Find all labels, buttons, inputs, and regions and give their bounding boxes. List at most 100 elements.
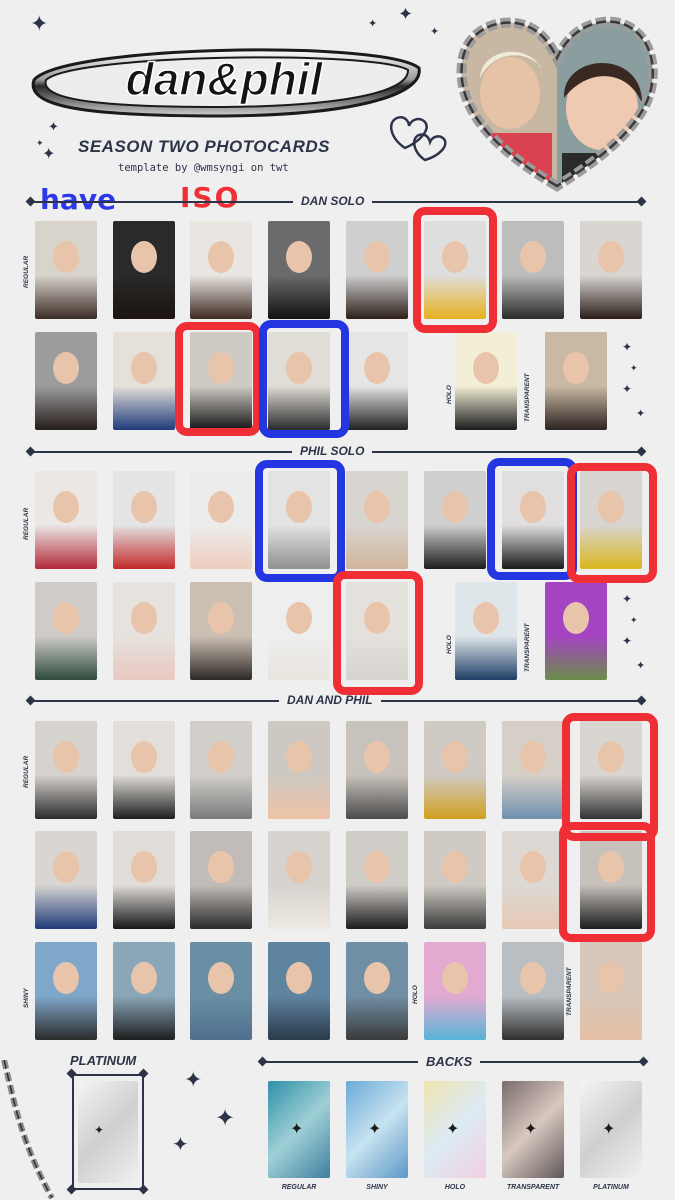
photocard-portrait [53, 602, 79, 634]
photocard[interactable] [190, 471, 252, 569]
photocard[interactable] [545, 582, 607, 680]
photocard[interactable] [502, 221, 564, 319]
photocard[interactable] [113, 332, 175, 430]
photocard[interactable] [268, 942, 330, 1040]
photocard[interactable] [113, 721, 175, 819]
sparkle-icon: ✦ [622, 340, 633, 354]
photocard[interactable] [190, 721, 252, 819]
logo-text: dan&phil [126, 53, 324, 105]
card-logo-icon: ✦ [290, 1119, 304, 1138]
divider-end [25, 446, 36, 457]
photocard-portrait [473, 602, 499, 634]
divider-end [636, 446, 647, 457]
photocard[interactable] [424, 831, 486, 929]
photocard[interactable] [346, 332, 408, 430]
photocard[interactable] [346, 831, 408, 929]
label-shiny: SHINY [23, 988, 30, 1008]
photocard-portrait [286, 241, 312, 273]
card-back-holo[interactable]: ✦ [424, 1081, 486, 1178]
card-back-shiny[interactable]: ✦ [346, 1081, 408, 1178]
iso-annotation: ISO [180, 181, 241, 214]
sparkle-icon: ✦ [42, 144, 56, 163]
photocard[interactable] [113, 582, 175, 680]
photocard[interactable] [35, 471, 97, 569]
photocard[interactable] [113, 221, 175, 319]
photocard-portrait [364, 241, 390, 273]
photocard[interactable] [346, 471, 408, 569]
photocard-portrait [53, 241, 79, 273]
photocard-portrait [208, 851, 234, 883]
photocard[interactable] [113, 942, 175, 1040]
photocard-portrait [53, 962, 79, 994]
photocard[interactable] [455, 332, 517, 430]
sparkle-icon: ✦ [184, 1068, 203, 1093]
label-transparent: TRANSPARENT [566, 967, 573, 1016]
photocard-portrait [286, 602, 312, 634]
section-title-platinum: PLATINUM [62, 1053, 145, 1068]
photocard[interactable] [113, 471, 175, 569]
hearts-icon [389, 116, 447, 162]
photocard-portrait [473, 352, 499, 384]
divider-end [638, 1056, 649, 1067]
photocard[interactable] [502, 942, 564, 1040]
photocard[interactable] [455, 582, 517, 680]
photocard[interactable] [424, 471, 486, 569]
photocard-portrait [131, 602, 157, 634]
section-title-dan-solo: DAN SOLO [293, 194, 373, 208]
photocard-portrait [442, 491, 468, 523]
photocard[interactable] [502, 721, 564, 819]
frame-corner [138, 1184, 149, 1195]
sparkle-icon: ✦ [622, 592, 633, 606]
card-logo-icon: ✦ [446, 1119, 460, 1138]
iso-marker-outline [175, 322, 261, 436]
photocard[interactable] [35, 221, 97, 319]
photocard[interactable] [268, 831, 330, 929]
photocard[interactable] [35, 582, 97, 680]
sparkle-icon: ✦ [430, 25, 440, 38]
label-transparent: TRANSPARENT [524, 623, 531, 672]
sparkle-icon: ✦ [30, 12, 49, 37]
photocard[interactable] [268, 582, 330, 680]
photocard[interactable] [190, 831, 252, 929]
photocard[interactable] [190, 221, 252, 319]
photocard[interactable] [424, 942, 486, 1040]
photocard[interactable] [35, 831, 97, 929]
dan-phil-logo: dan&phil [31, 48, 421, 118]
photocard-portrait [208, 241, 234, 273]
divider-end [636, 196, 647, 207]
photocard[interactable] [346, 942, 408, 1040]
photocard[interactable] [424, 721, 486, 819]
photocard[interactable] [502, 831, 564, 929]
card-back-transparent[interactable]: ✦ [502, 1081, 564, 1178]
photocard-portrait [520, 741, 546, 773]
photocard[interactable] [113, 831, 175, 929]
photocard[interactable] [35, 942, 97, 1040]
photocard[interactable] [346, 721, 408, 819]
photocard[interactable] [268, 721, 330, 819]
sparkle-icon: ✦ [636, 659, 646, 672]
sparkle-icon: ✦ [622, 382, 633, 396]
section-title-phil-solo: PHIL SOLO [292, 444, 373, 458]
photocard[interactable] [580, 942, 642, 1040]
iso-marker-outline [559, 822, 655, 942]
photocard-portrait [208, 602, 234, 634]
platinum-card[interactable]: ✦ [78, 1081, 138, 1183]
photocard-portrait [364, 741, 390, 773]
photocard[interactable] [268, 221, 330, 319]
photocard-portrait [442, 962, 468, 994]
photocard-portrait [131, 352, 157, 384]
photocard[interactable] [35, 332, 97, 430]
photocard[interactable] [190, 942, 252, 1040]
iso-marker-outline [333, 571, 423, 695]
label-regular: REGULAR [23, 755, 30, 788]
section-title-backs: BACKS [418, 1054, 481, 1069]
card-back-platinum[interactable]: ✦ [580, 1081, 642, 1178]
photocard[interactable] [346, 221, 408, 319]
card-back-regular[interactable]: ✦ [268, 1081, 330, 1178]
photocard[interactable] [190, 582, 252, 680]
photocard[interactable] [35, 721, 97, 819]
photocard-portrait [208, 962, 234, 994]
photocard[interactable] [580, 221, 642, 319]
photocard[interactable] [545, 332, 607, 430]
photocard-portrait [131, 962, 157, 994]
